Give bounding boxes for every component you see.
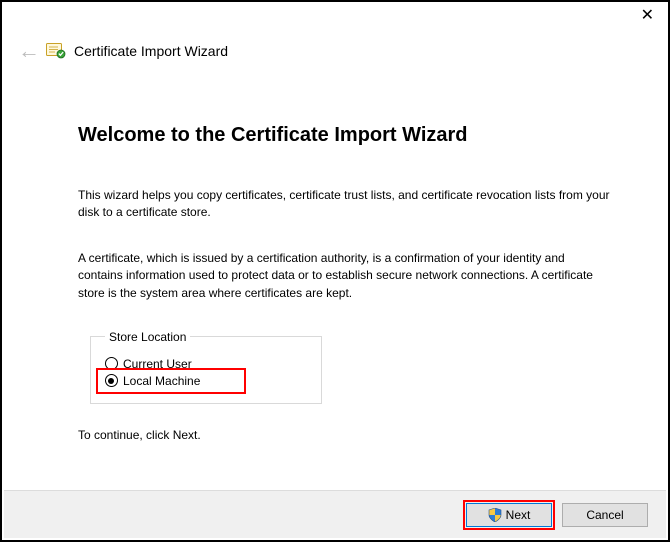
store-location-legend: Store Location	[105, 330, 190, 344]
titlebar: ✕	[2, 2, 668, 36]
wizard-footer: Next Cancel	[4, 490, 666, 538]
back-arrow-icon: ←	[18, 40, 40, 62]
cancel-button[interactable]: Cancel	[562, 503, 648, 527]
radio-label: Current User	[123, 357, 192, 371]
radio-icon	[105, 374, 118, 387]
store-location-group: Store Location Current User Local Machin…	[90, 330, 612, 404]
next-button-label: Next	[506, 508, 531, 522]
wizard-header: ← Certificate Import Wizard	[2, 36, 668, 78]
wizard-window: ✕ ← Certificate Import Wizard Welcome to…	[0, 0, 670, 542]
close-icon[interactable]: ✕	[641, 8, 654, 24]
page-heading: Welcome to the Certificate Import Wizard	[78, 124, 612, 147]
continue-text: To continue, click Next.	[78, 428, 612, 442]
radio-current-user[interactable]: Current User	[105, 357, 307, 371]
radio-local-machine[interactable]: Local Machine	[105, 374, 307, 388]
certificate-icon	[46, 42, 66, 60]
radio-label: Local Machine	[123, 374, 200, 388]
intro-text: This wizard helps you copy certificates,…	[78, 187, 612, 222]
description-text: A certificate, which is issued by a cert…	[78, 250, 612, 302]
cancel-button-label: Cancel	[586, 508, 623, 522]
uac-shield-icon	[488, 508, 502, 522]
radio-icon	[105, 357, 118, 370]
wizard-content: Welcome to the Certificate Import Wizard…	[2, 78, 668, 540]
wizard-title: Certificate Import Wizard	[74, 43, 228, 59]
next-button[interactable]: Next	[466, 503, 552, 527]
